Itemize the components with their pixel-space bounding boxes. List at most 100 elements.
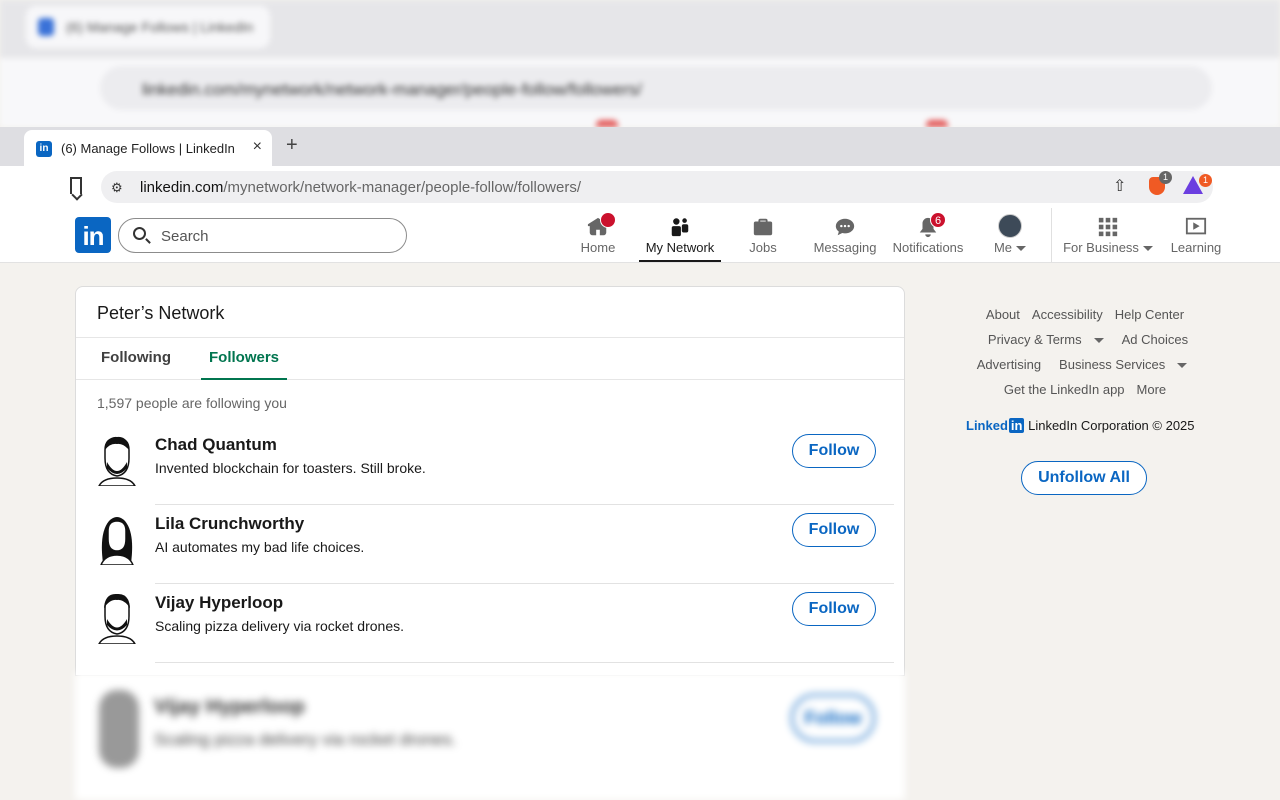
link-ad-choices[interactable]: Ad Choices	[1122, 332, 1188, 347]
me-avatar	[998, 214, 1022, 238]
link-help-center[interactable]: Help Center	[1115, 307, 1184, 322]
follower-row: Vijay Hyperloop Scaling pizza delivery v…	[76, 584, 904, 663]
nav-me[interactable]: Me	[984, 208, 1036, 262]
bookmark-icon[interactable]	[70, 177, 82, 194]
follower-name[interactable]: Vijay Hyperloop	[155, 593, 283, 613]
wordmark-box: in	[1008, 418, 1025, 433]
network-card: Peter’s Network Following Followers 1,59…	[75, 286, 905, 676]
nav-label: Messaging	[813, 240, 877, 255]
jobs-icon	[753, 218, 773, 236]
nav-label: Jobs	[749, 240, 777, 255]
linkedin-global-nav: in Home My Network Jobs Messaging 6 Noti…	[0, 208, 1280, 263]
link-advertising[interactable]: Advertising	[977, 357, 1041, 372]
search-box[interactable]	[118, 218, 407, 253]
follower-headline: Invented blockchain for toasters. Still …	[155, 460, 426, 476]
tab-title: (6) Manage Follows | LinkedIn	[61, 141, 235, 156]
ghost-url-text: linkedin.com/mynetwork/network-manager/p…	[142, 80, 642, 99]
brave-shield-badge: 1	[1159, 171, 1172, 184]
ghost-favicon	[38, 18, 54, 36]
link-privacy-terms[interactable]: Privacy & Terms	[982, 332, 1110, 347]
share-icon[interactable]: ⇧	[1113, 176, 1126, 196]
nav-jobs[interactable]: Jobs	[736, 208, 790, 262]
follow-tabs: Following Followers	[76, 337, 904, 380]
url-host: linkedin.com	[140, 179, 224, 196]
my-network-icon	[671, 218, 689, 237]
search-icon	[133, 227, 146, 240]
grid-icon	[1098, 217, 1118, 237]
follower-row: Chad Quantum Invented blockchain for toa…	[76, 426, 904, 505]
messaging-icon	[835, 218, 855, 236]
nav-divider	[1051, 208, 1052, 262]
blurred-follower-row: Vijay Hyperloop Scaling pizza delivery v…	[75, 672, 905, 800]
search-input[interactable]	[161, 226, 391, 246]
link-get-app[interactable]: Get the LinkedIn app	[1004, 382, 1125, 397]
brave-rewards-icon[interactable]: 1	[1183, 174, 1212, 194]
nav-label: Learning	[1170, 240, 1222, 255]
linkedin-favicon-icon: in	[36, 141, 52, 157]
ghost-toolbar: linkedin.com/mynetwork/network-manager/p…	[0, 58, 1280, 127]
link-accessibility[interactable]: Accessibility	[1032, 307, 1103, 322]
tab-following[interactable]: Following	[101, 349, 171, 366]
browser-tab-strip: in (6) Manage Follows | LinkedIn × +	[0, 127, 1280, 166]
close-tab-icon[interactable]: ×	[253, 138, 262, 156]
avatar	[98, 593, 136, 644]
business-services-label: Business Services	[1059, 357, 1166, 372]
link-business-services[interactable]: Business Services	[1053, 357, 1193, 372]
me-label: Me	[993, 240, 1013, 255]
follower-name[interactable]: Chad Quantum	[155, 435, 277, 455]
follow-button[interactable]: Follow	[792, 513, 876, 547]
followers-count: 1,597 people are following you	[97, 395, 287, 411]
for-business-label: For Business	[1063, 240, 1139, 255]
follow-button[interactable]: Follow	[792, 592, 876, 626]
new-tab-button[interactable]: +	[286, 134, 298, 157]
avatar	[100, 517, 134, 565]
nav-learning[interactable]: Learning	[1166, 208, 1226, 262]
page-title: Peter’s Network	[97, 303, 225, 323]
ghost-tab: (6) Manage Follows | LinkedIn	[26, 6, 270, 48]
nav-notifications[interactable]: 6 Notifications	[888, 208, 968, 262]
learning-icon	[1185, 217, 1207, 235]
tab-followers[interactable]: Followers	[200, 349, 288, 380]
corporation-text: LinkedIn Corporation © 2025	[1028, 418, 1195, 433]
ghost-tab-title: (6) Manage Follows | LinkedIn	[66, 19, 254, 35]
nav-home[interactable]: Home	[570, 208, 626, 262]
nav-label: Notifications	[892, 240, 964, 255]
avatar	[99, 690, 139, 768]
follower-row: Lila Crunchworthy AI automates my bad li…	[76, 505, 904, 584]
nav-label: For Business	[1060, 240, 1156, 255]
linkedin-wordmark: Linked in	[966, 418, 1025, 433]
chevron-down-icon	[1177, 363, 1188, 369]
unfollow-all-button[interactable]: Unfollow All	[1021, 461, 1147, 495]
follower-headline: Scaling pizza delivery via rocket drones…	[154, 730, 457, 749]
chevron-down-icon	[1093, 338, 1104, 344]
wordmark-text: Linked	[966, 418, 1008, 433]
follower-name: Vijay Hyperloop	[154, 696, 305, 718]
url-text[interactable]: linkedin.com/mynetwork/network-manager/p…	[140, 179, 581, 196]
follower-name[interactable]: Lila Crunchworthy	[155, 514, 304, 534]
privacy-terms-label: Privacy & Terms	[987, 332, 1082, 347]
nav-label: My Network	[645, 240, 715, 255]
corporation-line: Linked in LinkedIn Corporation © 2025	[966, 418, 1195, 433]
ghost-url-bar: linkedin.com/mynetwork/network-manager/p…	[100, 66, 1212, 110]
url-bar[interactable]: ⚙ linkedin.com/mynetwork/network-manager…	[101, 171, 1213, 203]
browser-tab[interactable]: in (6) Manage Follows | LinkedIn ×	[24, 130, 272, 166]
avatar	[98, 436, 136, 486]
nav-messaging[interactable]: Messaging	[810, 208, 880, 262]
notifications-badge: 6	[930, 212, 946, 228]
follow-button[interactable]: Follow	[792, 434, 876, 468]
home-notification-dot	[600, 212, 616, 228]
brave-shield-icon[interactable]: 1	[1149, 171, 1172, 195]
nav-my-network[interactable]: My Network	[639, 208, 721, 262]
linkedin-logo[interactable]: in	[75, 217, 111, 253]
footer-links: About Accessibility Help Center Privacy & …	[940, 300, 1230, 400]
url-path: /mynetwork/network-manager/people-follow…	[223, 179, 582, 196]
ghost-badge	[926, 120, 948, 127]
browser-toolbar: ⚙ linkedin.com/mynetwork/network-manager…	[0, 166, 1280, 208]
nav-for-business[interactable]: For Business	[1060, 208, 1156, 262]
site-settings-icon[interactable]: ⚙	[111, 180, 123, 196]
follower-headline: Scaling pizza delivery via rocket drones…	[155, 618, 405, 634]
link-more[interactable]: More	[1137, 382, 1167, 397]
nav-label: Home	[580, 240, 616, 255]
link-about[interactable]: About	[986, 307, 1020, 322]
chevron-down-icon	[1016, 246, 1027, 252]
